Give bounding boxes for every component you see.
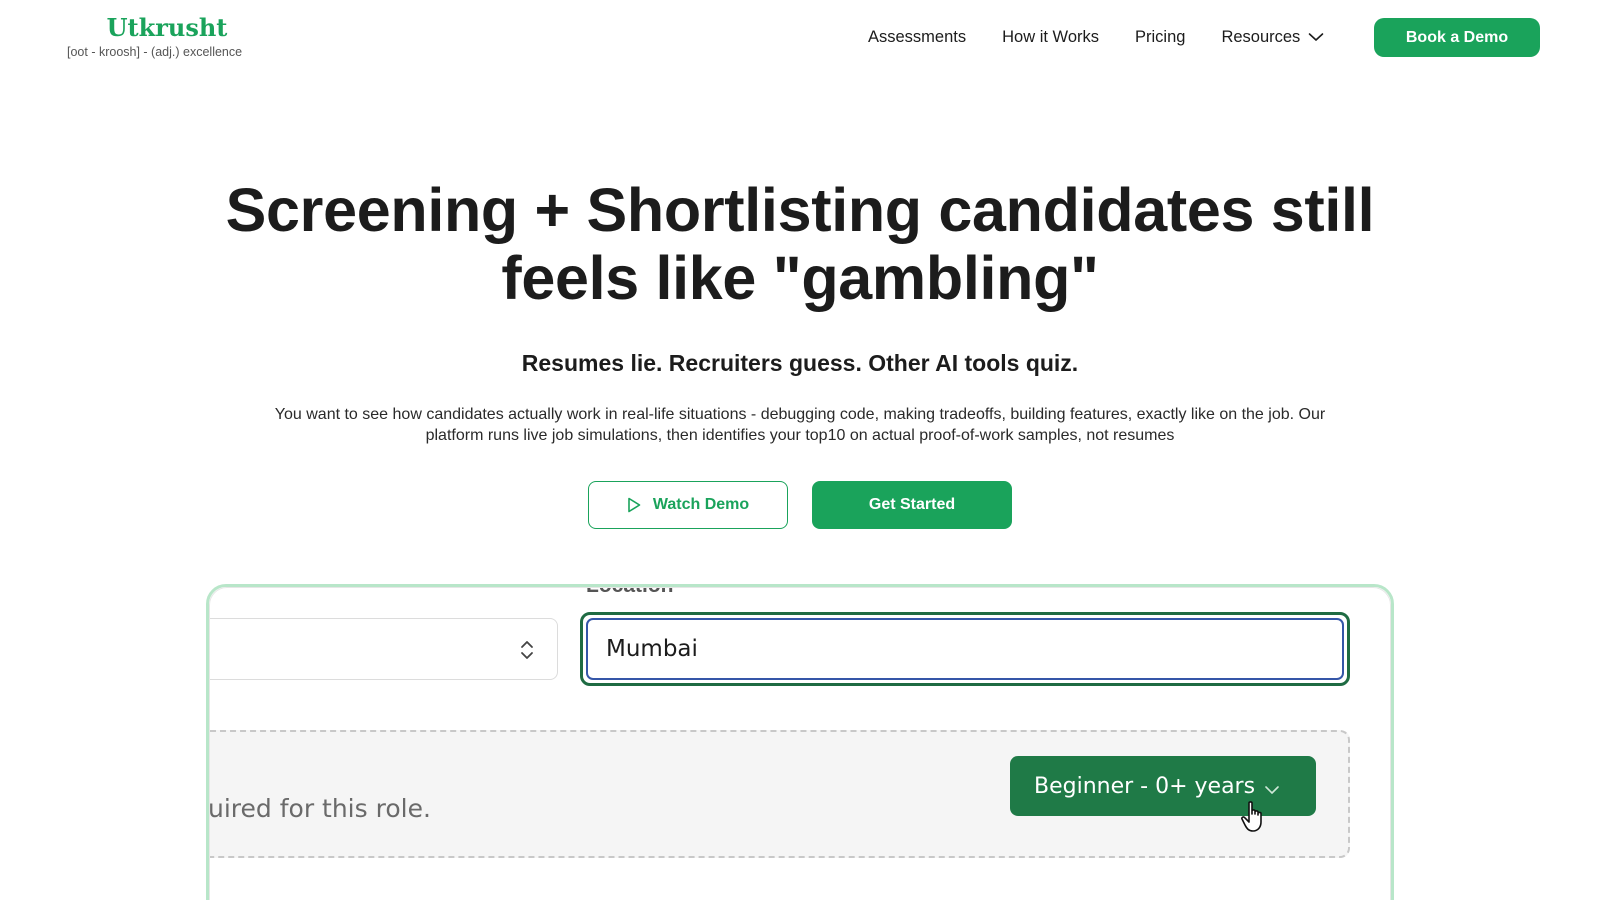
hero-description-line1: You want to see how candidates actually … (274, 406, 1326, 423)
watch-demo-label: Watch Demo (652, 496, 750, 513)
play-icon (627, 497, 641, 513)
brand-logo[interactable]: Utkrusht [oot - kroosh] - (adj.) excelle… (67, 12, 267, 59)
location-input[interactable] (586, 618, 1344, 680)
hero-description-line2: platform runs live job simulations, then… (425, 427, 1175, 444)
hero-description: You want to see how candidates actually … (220, 404, 1380, 446)
chevron-down-icon (1308, 32, 1324, 42)
brand-tagline: [oot - kroosh] - (adj.) excellence (67, 45, 243, 59)
requirement-text: uired for this role. (209, 794, 431, 823)
hero-subtitle: Resumes lie. Recruiters guess. Other AI … (521, 350, 1079, 376)
experience-level-dropdown[interactable]: Beginner - 0+ years (1010, 756, 1316, 816)
nav-item-how-it-works[interactable]: How it Works (1002, 28, 1099, 47)
hero-title-line1: Screening + Shortlisting candidates stil… (225, 176, 1375, 244)
demo-form-panel: Location uired for this role. Beginner -… (209, 587, 1391, 900)
location-label: Location (586, 588, 674, 598)
role-select[interactable] (210, 618, 558, 680)
nav-item-resources-label: Resources (1221, 27, 1301, 46)
nav-item-assessments[interactable]: Assessments (868, 28, 966, 47)
book-demo-button[interactable]: Book a Demo (1374, 18, 1540, 57)
hero-title-line2: feels like "gambling" (501, 244, 1099, 312)
demo-preview: Location uired for this role. Beginner -… (206, 584, 1394, 900)
site-header: Utkrusht [oot - kroosh] - (adj.) excelle… (0, 0, 1600, 80)
hero-title: Screening + Shortlisting candidates stil… (200, 176, 1400, 312)
get-started-button[interactable]: Get Started (812, 481, 1012, 529)
watch-demo-button[interactable]: Watch Demo (588, 481, 788, 529)
nav-item-resources[interactable]: Resources (1221, 28, 1324, 47)
chevron-down-icon (1264, 776, 1280, 801)
location-field-focus-ring (580, 612, 1350, 686)
experience-level-label: Beginner - 0+ years (1034, 773, 1256, 799)
nav-item-pricing[interactable]: Pricing (1135, 28, 1185, 47)
sort-arrows-icon (519, 639, 535, 666)
brand-name[interactable]: Utkrusht (67, 12, 267, 44)
hand-pointer-cursor-icon (1240, 800, 1268, 839)
main-nav: Assessments How it Works Pricing Resourc… (868, 24, 1360, 50)
